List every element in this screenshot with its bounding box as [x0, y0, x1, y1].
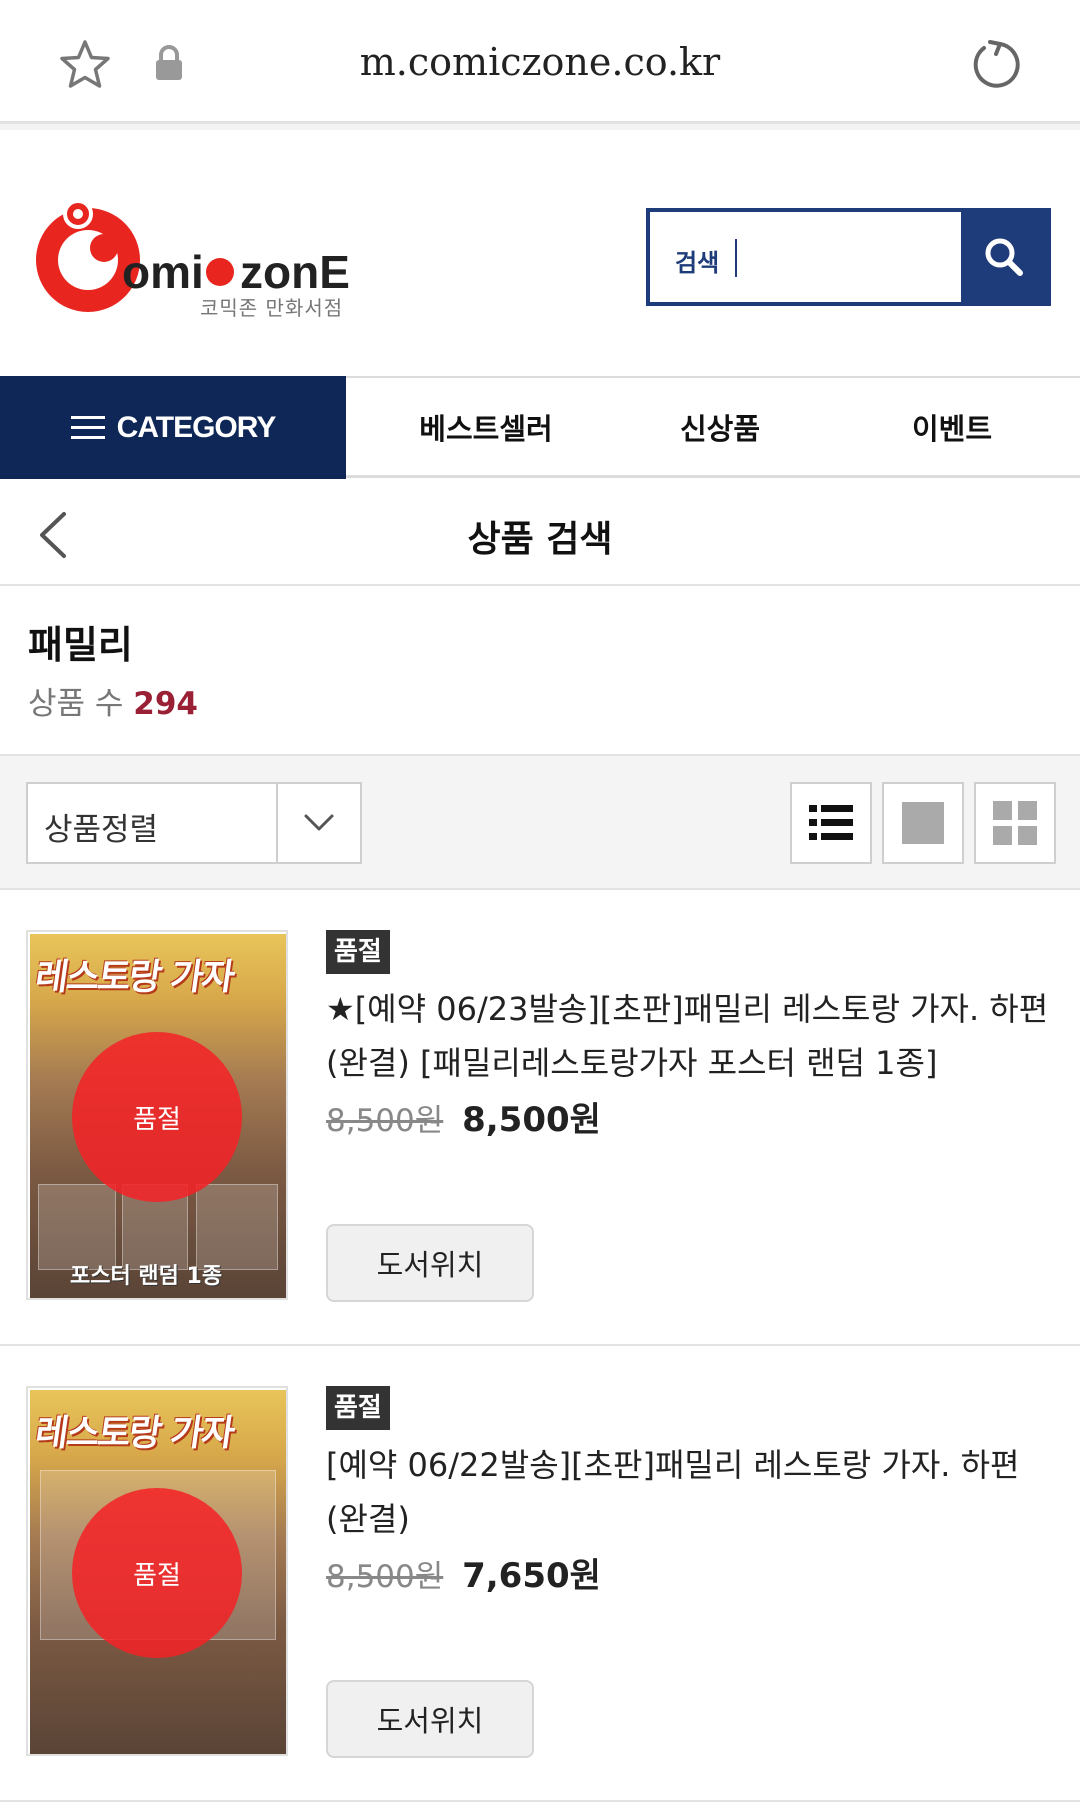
comiczone-logo[interactable]: omi zonE 코믹존 만화서점 [30, 199, 350, 322]
logo-subtitle: 코믹존 만화서점 [200, 296, 344, 320]
original-price: 8,500원 [326, 1103, 444, 1139]
search-placeholder: 검색 [675, 249, 720, 277]
soldout-overlay: 품절 [72, 1488, 242, 1658]
sort-dropdown-button[interactable] [276, 784, 360, 862]
soldout-overlay: 품절 [72, 1032, 242, 1202]
cover-caption: 포스터 랜덤 1종 [70, 1264, 223, 1289]
result-count-label: 상품 수 [28, 686, 124, 722]
product-item[interactable]: 레스토랑 가자 포스터 랜덤 1종 품절 품절 ★[예약 06/23발송][초판… [0, 890, 1080, 1346]
main-nav: CATEGORY 베스트셀러 신상품 이벤트 [0, 376, 1080, 479]
page-title-bar: 상품 검색 [0, 478, 1080, 586]
soldout-badge: 품절 [326, 1386, 390, 1430]
search-input[interactable]: 검색 [650, 212, 961, 302]
book-location-button[interactable]: 도서위치 [326, 1224, 534, 1302]
product-price: 8,500원 8,500원 [326, 1092, 1056, 1141]
list-view-icon [809, 805, 853, 840]
site-header: omi zonE 코믹존 만화서점 검색 [0, 130, 1080, 376]
product-name[interactable]: [예약 06/22발송][초판]패밀리 레스토랑 가자. 하편 (완결) [326, 1438, 1056, 1546]
product-name[interactable]: ★[예약 06/23발송][초판]패밀리 레스토랑 가자. 하편 (완결) [패… [326, 982, 1056, 1090]
nav-bestseller[interactable]: 베스트셀러 [370, 378, 602, 476]
product-thumbnail[interactable]: 레스토랑 가자 포스터 랜덤 1종 품절 [26, 930, 288, 1300]
search-term: 패밀리 [28, 623, 133, 667]
result-count-value: 294 [133, 686, 198, 722]
sort-select[interactable]: 상품정렬 [26, 782, 362, 864]
sale-price: 8,500원 [462, 1100, 601, 1140]
page-title: 상품 검색 [467, 519, 613, 560]
list-view-button[interactable] [790, 782, 872, 864]
url-text[interactable]: m.comiczone.co.kr [0, 40, 1080, 84]
search-icon [985, 238, 1023, 276]
sort-label: 상품정렬 [44, 812, 159, 848]
category-menu-button[interactable]: CATEGORY [0, 376, 346, 479]
book-location-button[interactable]: 도서위치 [326, 1680, 534, 1758]
product-price: 8,500원 7,650원 [326, 1548, 1056, 1597]
grid-view-icon [993, 801, 1037, 845]
nav-new-products[interactable]: 신상품 [604, 378, 836, 476]
single-view-icon [902, 802, 944, 844]
reload-icon[interactable] [968, 36, 1024, 92]
list-toolbar: 상품정렬 [0, 754, 1080, 890]
search-box[interactable]: 검색 [646, 208, 1051, 306]
nav-events[interactable]: 이벤트 [836, 378, 1068, 476]
product-item[interactable]: 레스토랑 가자 품절 품절 [예약 06/22발송][초판]패밀리 레스토랑 가… [0, 1346, 1080, 1802]
product-thumbnail[interactable]: 레스토랑 가자 품절 [26, 1386, 288, 1756]
soldout-badge: 품절 [326, 930, 390, 974]
chevron-down-icon [304, 814, 334, 831]
cover-title: 레스토랑 가자 [32, 1413, 236, 1454]
cover-title: 레스토랑 가자 [32, 957, 236, 998]
single-view-button[interactable] [882, 782, 964, 864]
search-summary: 패밀리 상품 수 294 [0, 586, 1080, 754]
hamburger-menu-icon [70, 415, 105, 439]
product-info: 품절 [예약 06/22발송][초판]패밀리 레스토랑 가자. 하편 (완결) … [326, 1386, 1056, 1758]
category-label: CATEGORY [116, 410, 277, 444]
svg-text:zonE: zonE [240, 246, 350, 298]
sale-price: 7,650원 [462, 1556, 601, 1596]
result-count: 상품 수 294 [28, 678, 198, 723]
grid-view-button[interactable] [974, 782, 1056, 864]
text-caret [735, 239, 737, 277]
original-price: 8,500원 [326, 1559, 444, 1595]
product-info: 품절 ★[예약 06/23발송][초판]패밀리 레스토랑 가자. 하편 (완결)… [326, 930, 1056, 1302]
search-button[interactable] [961, 212, 1047, 302]
svg-text:omi: omi [122, 246, 204, 298]
browser-address-bar: m.comiczone.co.kr [0, 0, 1080, 124]
